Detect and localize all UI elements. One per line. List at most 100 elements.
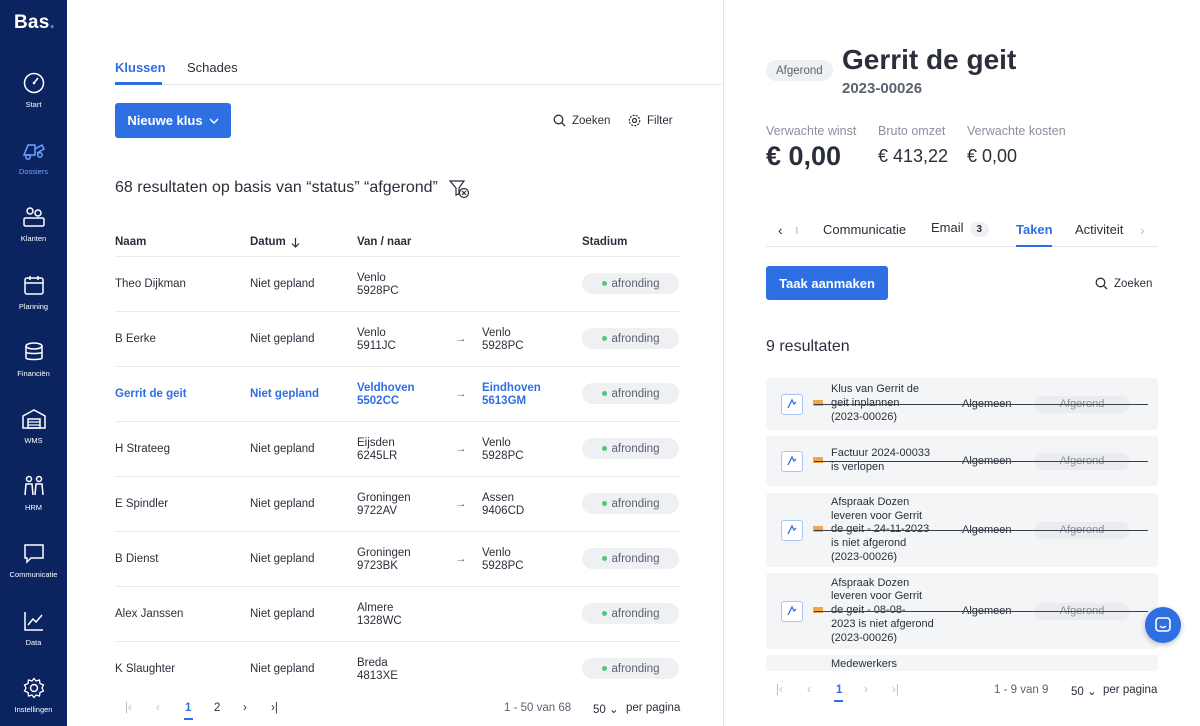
nav-item-communicatie[interactable]: Communicatie [0, 542, 67, 579]
brand-logo[interactable]: Bas. [14, 12, 55, 34]
settings-icon [628, 114, 641, 127]
next-page-button[interactable]: › [864, 684, 868, 696]
priority-flag-icon [813, 607, 823, 613]
active-tab-indicator [1016, 245, 1052, 247]
nav-item-start[interactable]: Start [0, 72, 67, 109]
gear-icon [23, 677, 44, 699]
row-date: Niet gepland [250, 278, 315, 290]
column-header-date-label: Datum [250, 236, 286, 248]
chat-launcher-button[interactable] [1145, 607, 1181, 643]
search-label: Zoeken [572, 114, 611, 127]
page-1-button[interactable]: 1 [185, 702, 191, 714]
kpi-expected-costs-label: Verwachte kosten [967, 124, 1066, 138]
tabs-scroll-left-button[interactable]: ‹ [778, 222, 783, 238]
per-page-value: 50 [593, 704, 606, 716]
table-row[interactable]: B Eerke Niet gepland Venlo 5911JC → Venlo 5928… [115, 311, 680, 366]
per-page-label: per pagina [1103, 684, 1158, 696]
task-item[interactable]: Klus van Gerrit degeit inplannen(2023-00… [766, 378, 1158, 430]
last-page-button[interactable]: ›| [271, 702, 278, 714]
column-header-stage[interactable]: Stadium [582, 236, 627, 248]
tab-klussen[interactable]: Klussen [115, 60, 166, 75]
nav-item-dossiers[interactable]: Dossiers [0, 139, 67, 176]
filter-button[interactable]: Filter [628, 114, 673, 127]
search-button[interactable]: Zoeken [553, 114, 610, 127]
clear-filter-icon[interactable] [449, 180, 471, 199]
create-task-button[interactable]: Taak aanmaken [766, 266, 888, 300]
task-item[interactable]: Afspraak Dozenleveren voor Gerritde geit… [766, 493, 1158, 567]
row-name: H Strateeg [115, 443, 170, 455]
table-row[interactable]: E Spindler Niet gepland Groningen 9722AV → As… [115, 476, 680, 531]
column-header-date[interactable]: Datum [250, 236, 300, 248]
nav-label: Financiën [17, 369, 50, 378]
first-page-button[interactable]: |‹ [776, 684, 783, 696]
task-type-icon [781, 450, 803, 472]
next-page-button[interactable]: › [243, 702, 247, 714]
task-item[interactable]: Medewerkers [766, 655, 1158, 671]
row-to: Eindhoven 5613GM [482, 381, 541, 407]
first-page-button[interactable]: |‹ [125, 702, 132, 714]
job-title: Gerrit de geit [842, 44, 1017, 75]
task-item[interactable]: Afspraak Dozenleveren voor Gerritde geit… [766, 573, 1158, 649]
per-page-value: 50 [1071, 686, 1084, 698]
per-page-select[interactable]: 50 ⌄ [1071, 684, 1097, 698]
row-to: Venlo 5928PC [482, 326, 524, 352]
new-job-button[interactable]: Nieuwe klus [115, 103, 231, 138]
nav-item-data[interactable]: Data [0, 610, 67, 647]
table-row[interactable]: K Slaughter Niet gepland Breda 4813XE afrond… [115, 641, 680, 696]
task-item[interactable]: Factuur 2024-00033 is verlopen Algemeen Afg… [766, 436, 1158, 486]
tab-activiteit[interactable]: Activiteit [1075, 222, 1123, 237]
kpi-gross-revenue-label: Bruto omzet [878, 124, 946, 138]
per-page-select[interactable]: 50 ⌄ [593, 702, 619, 716]
nav-label: Start [25, 100, 42, 109]
filter-label: Filter [647, 114, 673, 127]
nav-item-hrm[interactable]: HRM [0, 475, 67, 512]
table-row[interactable]: Alex Janssen Niet gepland Almere 1328WC afro… [115, 586, 680, 641]
tab-communicatie[interactable]: Communicatie [823, 222, 906, 237]
nav-item-planning[interactable]: Planning [0, 274, 67, 311]
truck-icon [22, 143, 45, 160]
page-1-button[interactable]: 1 [836, 684, 842, 696]
gauge-icon [23, 72, 44, 94]
page-2-button[interactable]: 2 [214, 702, 220, 714]
table-row[interactable]: B Dienst Niet gepland Groningen 9723BK → Venl… [115, 531, 680, 586]
column-header-name[interactable]: Naam [115, 236, 146, 248]
current-page-indicator [184, 718, 193, 720]
email-count-badge: 3 [969, 222, 990, 237]
status-dot [601, 666, 607, 671]
nav-item-instellingen[interactable]: Instellingen [0, 677, 67, 714]
column-header-route[interactable]: Van / naar [357, 236, 411, 248]
arrow-right-icon: → [455, 333, 467, 345]
task-search-button[interactable]: Zoeken [1095, 277, 1152, 290]
per-page-label: per pagina [626, 702, 681, 714]
warehouse-icon [21, 409, 46, 429]
tab-taken[interactable]: Taken [1016, 222, 1053, 237]
people-icon [23, 475, 44, 496]
row-date: Niet gepland [250, 663, 315, 675]
tabs-scroll-right-button[interactable]: › [1140, 222, 1145, 238]
nav-label: Instellingen [14, 705, 53, 714]
arrow-right-icon: → [455, 388, 467, 400]
arrow-right-icon: → [455, 443, 467, 455]
nav-item-klanten[interactable]: Klanten [0, 206, 67, 243]
row-name: Theo Dijkman [115, 278, 186, 290]
nav-label: Planning [18, 302, 49, 311]
tab-schades[interactable]: Schades [187, 60, 238, 75]
table-row[interactable]: H Strateeg Niet gepland Eijsden 6245LR → Venl… [115, 421, 680, 476]
last-page-button[interactable]: ›| [892, 684, 899, 696]
chat-bubble-icon [23, 544, 44, 564]
stage-badge: afronding [582, 438, 679, 459]
job-number: 2023-00026 [842, 80, 923, 97]
stage-badge: afronding [582, 328, 679, 349]
tab-email[interactable]: Email 3 [931, 220, 990, 237]
chevron-down-icon [209, 118, 219, 124]
prev-page-button[interactable]: ‹ [156, 702, 160, 714]
table-row[interactable]: Gerrit de geit Niet gepland Veldhoven 5502C… [115, 366, 680, 421]
priority-flag-icon [813, 400, 823, 406]
prev-page-button[interactable]: ‹ [807, 684, 811, 696]
row-from: Veldhoven 5502CC [357, 381, 415, 407]
table-row[interactable]: Theo Dijkman Niet gepland Venlo 5928PC afron… [115, 256, 680, 311]
search-icon [553, 114, 566, 127]
nav-item-wms[interactable]: WMS [0, 408, 67, 445]
row-date: Niet gepland [250, 443, 315, 455]
nav-item-financien[interactable]: Financiën [0, 341, 67, 378]
